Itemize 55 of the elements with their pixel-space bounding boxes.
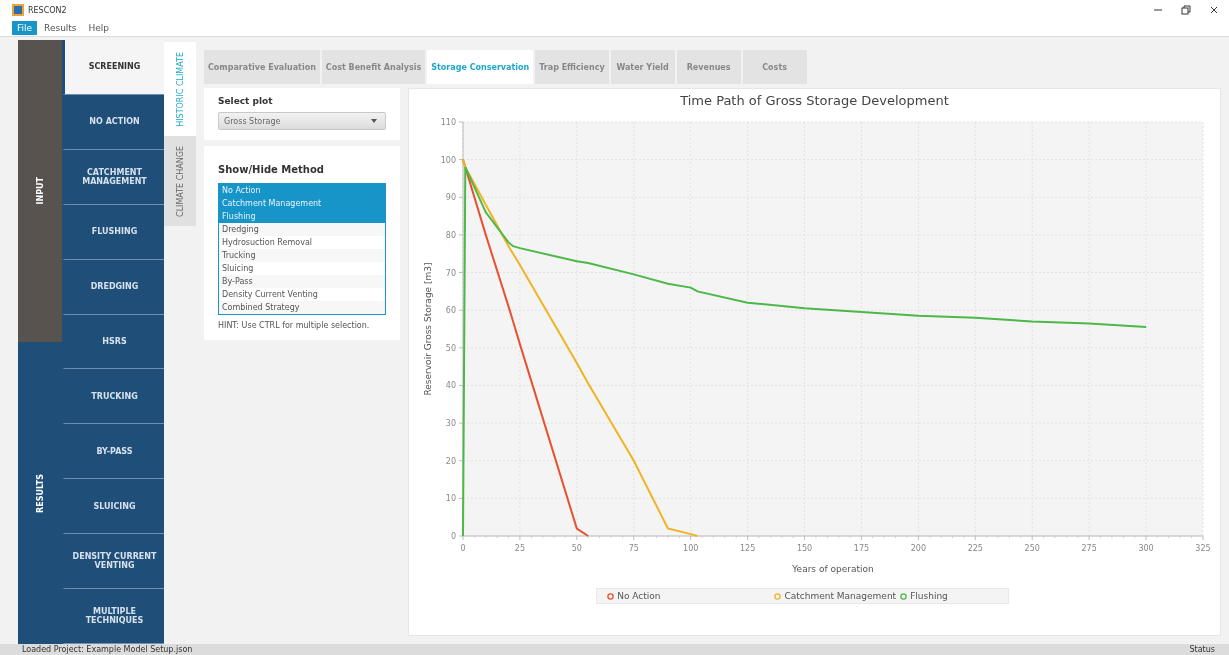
tick-label: 100 [440, 155, 456, 165]
section-tab[interactable]: INPUT [18, 40, 62, 342]
card-title: Show/Hide Method [218, 164, 325, 175]
tick-label: 50 [445, 343, 456, 353]
method-item[interactable]: Flushing [219, 210, 385, 223]
status-text: Loaded Project: Example Model Setup.json [22, 645, 193, 654]
tick-label: 150 [796, 544, 813, 553]
tick-label: 275 [1081, 544, 1097, 553]
axis-title: Years of operation [792, 564, 874, 574]
tick-label: 125 [739, 544, 756, 553]
tick-label: 70 [445, 268, 456, 278]
tick-label: 325 [1195, 544, 1211, 553]
legend-label: Catchment Management [784, 591, 897, 601]
method-item[interactable]: Dredging [219, 223, 385, 236]
app-icon [12, 4, 24, 16]
tick-label: 250 [1024, 544, 1040, 553]
climate-tab[interactable]: CLIMATE CHANGE [164, 136, 196, 226]
tick-label: 0 [450, 532, 456, 541]
menu-item[interactable]: File [12, 21, 38, 35]
window-title: RESCON2 [28, 5, 67, 15]
tick-label: 25 [514, 544, 525, 553]
method-item[interactable]: By-Pass [219, 275, 385, 288]
chart-title: Time Path of Gross Storage Development [680, 93, 949, 108]
menu-item[interactable]: Results [39, 21, 82, 35]
tick-label: 40 [445, 381, 456, 391]
tick-label: 30 [445, 419, 456, 429]
section-tab[interactable]: RESULTS [18, 342, 62, 644]
tick-label: 300 [1138, 544, 1154, 553]
tick-label: 110 [440, 118, 456, 127]
tick-label: 50 [571, 544, 582, 553]
nav-item[interactable]: SCREENING [62, 40, 164, 95]
plot-dropdown[interactable]: Gross Storage [218, 112, 386, 130]
close-icon[interactable] [1209, 5, 1219, 15]
menu-item[interactable]: Help [83, 21, 115, 35]
tick-label: 100 [683, 544, 699, 553]
tick-label: 200 [910, 544, 927, 553]
legend-label: No Action [617, 591, 661, 601]
restore-icon[interactable] [1181, 5, 1191, 15]
tick-label: 20 [445, 456, 456, 466]
tick-label: 225 [967, 544, 983, 553]
hint-text: HINT: Use CTRL for multiple selection. [218, 321, 371, 330]
axis-title: Reservoir Gross Storage [m3] [423, 262, 433, 396]
method-item[interactable]: Trucking [219, 249, 385, 262]
legend-label: Flushing [910, 591, 948, 601]
caret-icon [371, 119, 377, 123]
method-item[interactable]: Combined Strategy [219, 301, 385, 314]
tick-label: 175 [853, 544, 870, 553]
tick-label: 80 [445, 230, 456, 240]
card-title: Select plot [218, 96, 274, 106]
tick-label: 90 [445, 193, 456, 203]
tick-label: 0 [460, 544, 466, 553]
tick-label: 60 [445, 306, 456, 316]
status-text: Status [1189, 645, 1215, 654]
tick-label: 75 [628, 544, 639, 553]
tick-label: 10 [445, 494, 456, 504]
